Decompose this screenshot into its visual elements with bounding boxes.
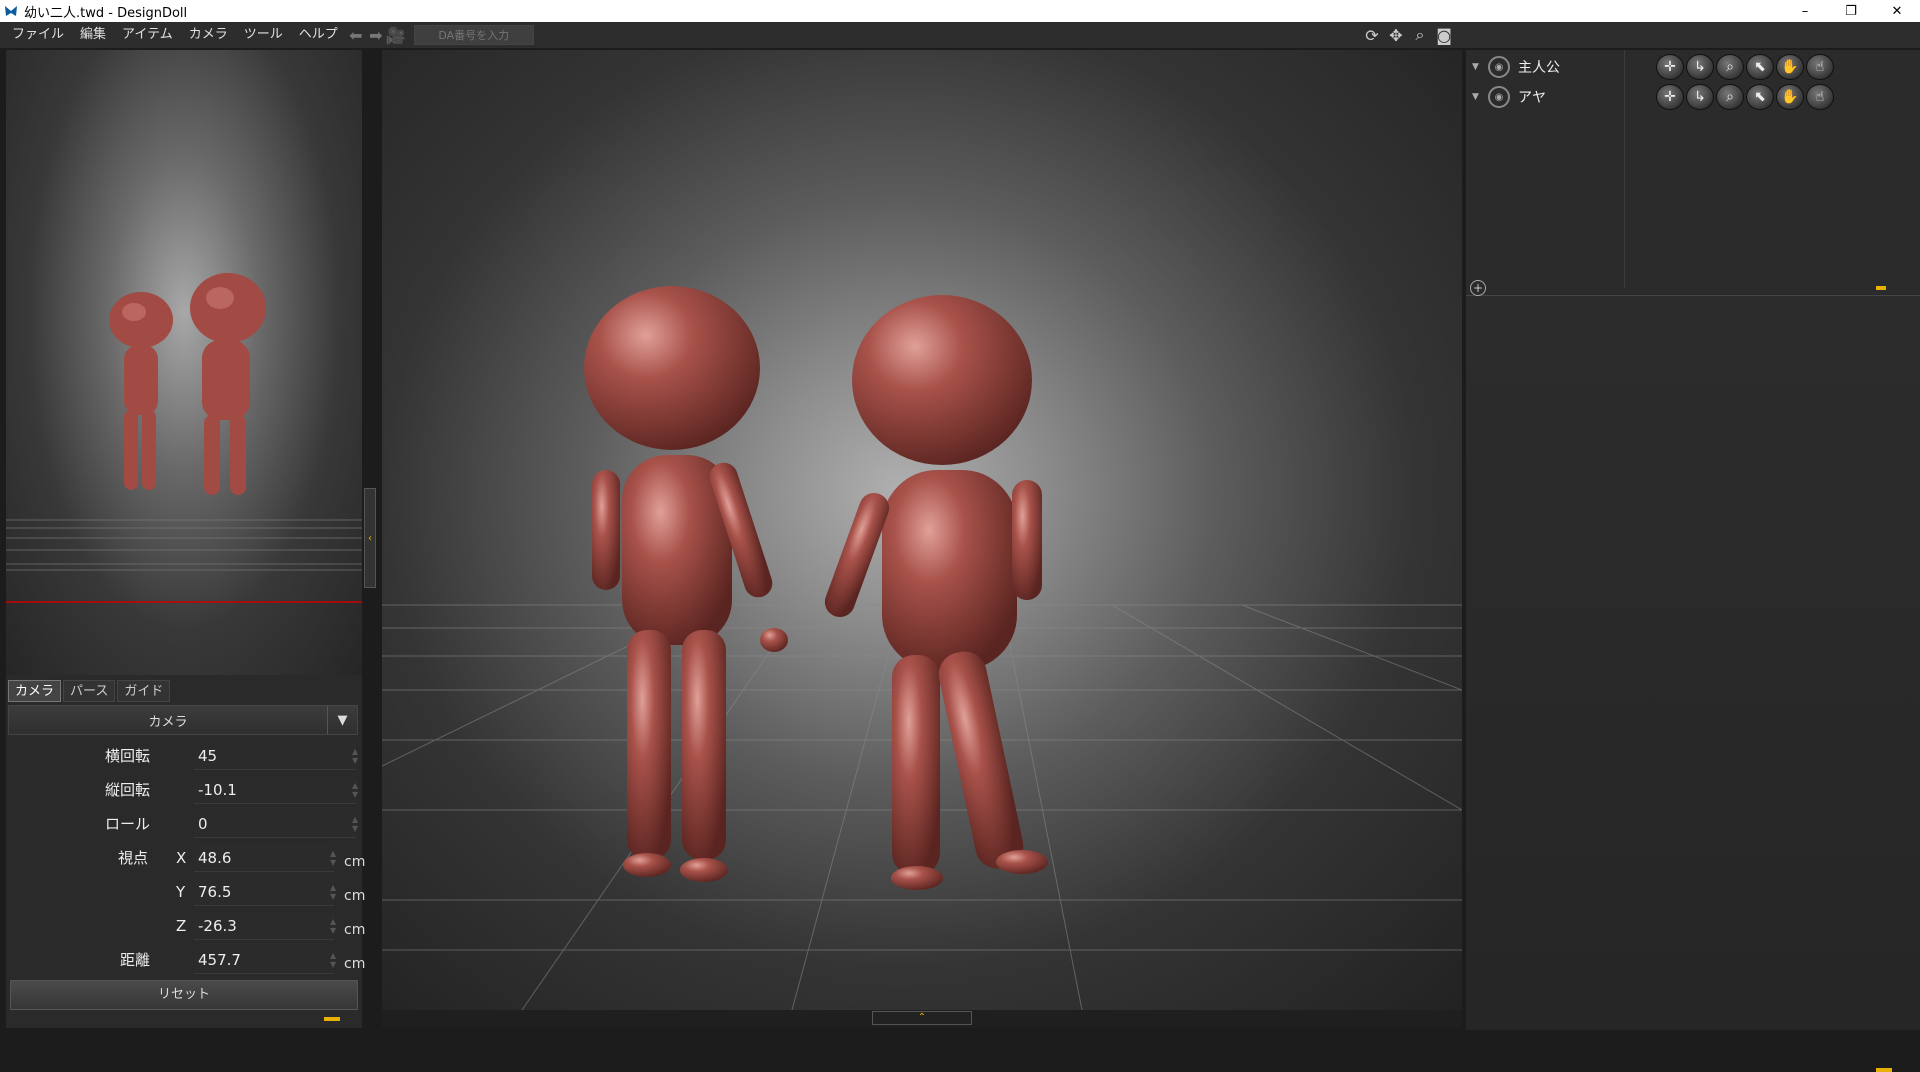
axis-label: X [176,849,187,867]
add-character-icon[interactable]: + [1470,280,1486,296]
close-button[interactable]: ✕ [1874,0,1920,22]
spinner-icon[interactable]: ▲ ▼ [330,883,338,901]
redo-icon[interactable]: ➡ [366,25,386,45]
camera-dropdown[interactable]: カメラ ▼ [8,705,358,735]
expand-timeline-button[interactable]: ⌃ [872,1011,972,1025]
hand-open-icon[interactable]: ✋ [1776,84,1804,110]
select-icon[interactable]: ⬉ [1746,54,1774,80]
menu-edit[interactable]: 編集 [72,22,114,48]
viewport-scene [382,286,1462,1010]
character-row[interactable]: ▼ ◉ 主人公 ✛ ↳ ⌕ ⬉ ✋ ☝ [1472,54,1912,80]
viewpoint-z-field[interactable]: -26.3 [194,912,334,940]
mini-viewport-scene [6,273,362,603]
reset-button[interactable]: リセット [10,980,358,1010]
menu-item[interactable]: アイテム [114,22,181,48]
camera-tabs: カメラ パース ガイド [8,680,171,702]
prop-label: 視点 [117,849,148,867]
unit-label: cm [344,854,366,870]
spinner-icon[interactable]: ▲ ▼ [330,951,338,969]
designdoll-logo-icon [5,6,17,16]
posture-icon[interactable]: ✛ [1656,84,1684,110]
minimize-button[interactable]: – [1782,0,1828,22]
camera-icon[interactable]: ◙ [1434,25,1454,45]
axis-label: Y [176,883,186,901]
prop-label: 距離 [119,951,150,969]
maximize-button[interactable]: ❐ [1828,0,1874,22]
prop-viewpoint-y: Y 76.5 ▲ ▼ cm [8,875,365,909]
prop-label: ロール [104,815,150,833]
rotate-arrow-icon[interactable]: ↳ [1686,84,1714,110]
menu-tools[interactable]: ツール [236,22,291,48]
character-list: ▼ ◉ 主人公 ✛ ↳ ⌕ ⬉ ✋ ☝ ▼ ◉ アヤ ✛ ↳ ⌕ ⬉ ✋ ☝ + [1466,50,1920,296]
posture-icon[interactable]: ✛ [1656,54,1684,80]
character-name[interactable]: アヤ [1518,87,1626,107]
tab-perspective[interactable]: パース [63,680,116,702]
menu-file[interactable]: ファイル [4,22,72,48]
unit-label: cm [344,888,366,904]
menu-camera[interactable]: カメラ [181,22,236,48]
window-title: 幼い二人.twd - DesignDoll [24,5,188,21]
select-icon[interactable]: ⬉ [1746,84,1774,110]
horizontal-rotation-field[interactable]: 45 [194,742,356,770]
properties-area [1466,298,1920,1072]
prop-horizontal-rotation: 横回転 45 ▲ ▼ [8,739,358,773]
unit-label: cm [344,956,366,972]
rotate-arrow-icon[interactable]: ↳ [1686,54,1714,80]
left-panel: カメラ パース ガイド カメラ ▼ 横回転 45 ▲ ▼ 縦回転 -10.1 ▲ ▼… [6,50,365,1028]
resize-grip[interactable] [324,1017,340,1021]
mini-viewport[interactable] [6,50,362,675]
chevron-down-icon[interactable]: ▼ [1472,62,1484,72]
zoom-icon[interactable]: ⌕ [1410,25,1430,45]
chevron-down-icon[interactable]: ▼ [1472,92,1484,102]
hand-open-icon[interactable]: ✋ [1776,54,1804,80]
title-bar: 幼い二人.twd - DesignDoll – ❐ ✕ [0,0,1920,22]
chevron-down-icon[interactable]: ▼ [327,706,357,734]
zoom-icon[interactable]: ⌕ [1716,84,1744,110]
hand-point-icon[interactable]: ☝ [1806,84,1834,110]
prop-distance: 距離 457.7 ▲ ▼ cm [8,943,365,977]
spinner-icon[interactable]: ▲ ▼ [352,815,360,833]
right-panel: ▼ ◉ 主人公 ✛ ↳ ⌕ ⬉ ✋ ☝ ▼ ◉ アヤ ✛ ↳ ⌕ ⬉ ✋ ☝ + [1466,50,1920,1072]
menu-help[interactable]: ヘルプ [291,22,346,48]
prop-viewpoint-z: Z -26.3 ▲ ▼ cm [8,909,365,943]
character-name[interactable]: 主人公 [1518,57,1626,77]
da-number-input[interactable] [413,25,534,45]
undo-icon[interactable]: ⬅ [346,25,366,45]
rotate-icon[interactable]: ⟳ [1362,25,1382,45]
move-icon[interactable]: ✥ [1386,25,1406,45]
spinner-icon[interactable]: ▲ ▼ [330,849,338,867]
prop-viewpoint-x: 視点 X 48.6 ▲ ▼ cm [8,841,365,875]
axis-label: Z [176,917,187,935]
collapse-left-panel-button[interactable]: ‹ [364,488,376,588]
distance-field[interactable]: 457.7 [194,946,334,974]
tab-guide[interactable]: ガイド [117,680,171,702]
menu-bar: ファイル 編集 アイテム カメラ ツール ヘルプ ⬅ ➡ 🎥 ⟳ ✥ ⌕ ◙ [0,22,1920,48]
visibility-icon[interactable]: ◉ [1488,86,1510,108]
camera-dropdown-value: カメラ [148,714,188,730]
spinner-icon[interactable]: ▲ ▼ [352,781,360,799]
spinner-icon[interactable]: ▲ ▼ [352,747,360,765]
roll-field[interactable]: 0 [194,810,356,838]
viewpoint-y-field[interactable]: 76.5 [194,878,334,906]
vertical-rotation-field[interactable]: -10.1 [194,776,356,804]
spinner-icon[interactable]: ▲ ▼ [330,917,338,935]
unit-label: cm [344,922,366,938]
visibility-icon[interactable]: ◉ [1488,56,1510,78]
resize-grip[interactable] [1876,286,1886,290]
prop-roll: ロール 0 ▲ ▼ [8,807,358,841]
hand-point-icon[interactable]: ☝ [1806,54,1834,80]
character-row[interactable]: ▼ ◉ アヤ ✛ ↳ ⌕ ⬉ ✋ ☝ [1472,84,1912,110]
zoom-icon[interactable]: ⌕ [1716,54,1744,80]
main-viewport[interactable] [382,50,1462,1010]
prop-label: 横回転 [104,747,150,765]
video-camera-icon[interactable]: 🎥 [386,25,406,45]
tab-camera[interactable]: カメラ [8,680,62,702]
prop-vertical-rotation: 縦回転 -10.1 ▲ ▼ [8,773,358,807]
viewpoint-x-field[interactable]: 48.6 [194,844,334,872]
prop-label: 縦回転 [104,781,150,799]
resize-grip[interactable] [1876,1068,1892,1072]
